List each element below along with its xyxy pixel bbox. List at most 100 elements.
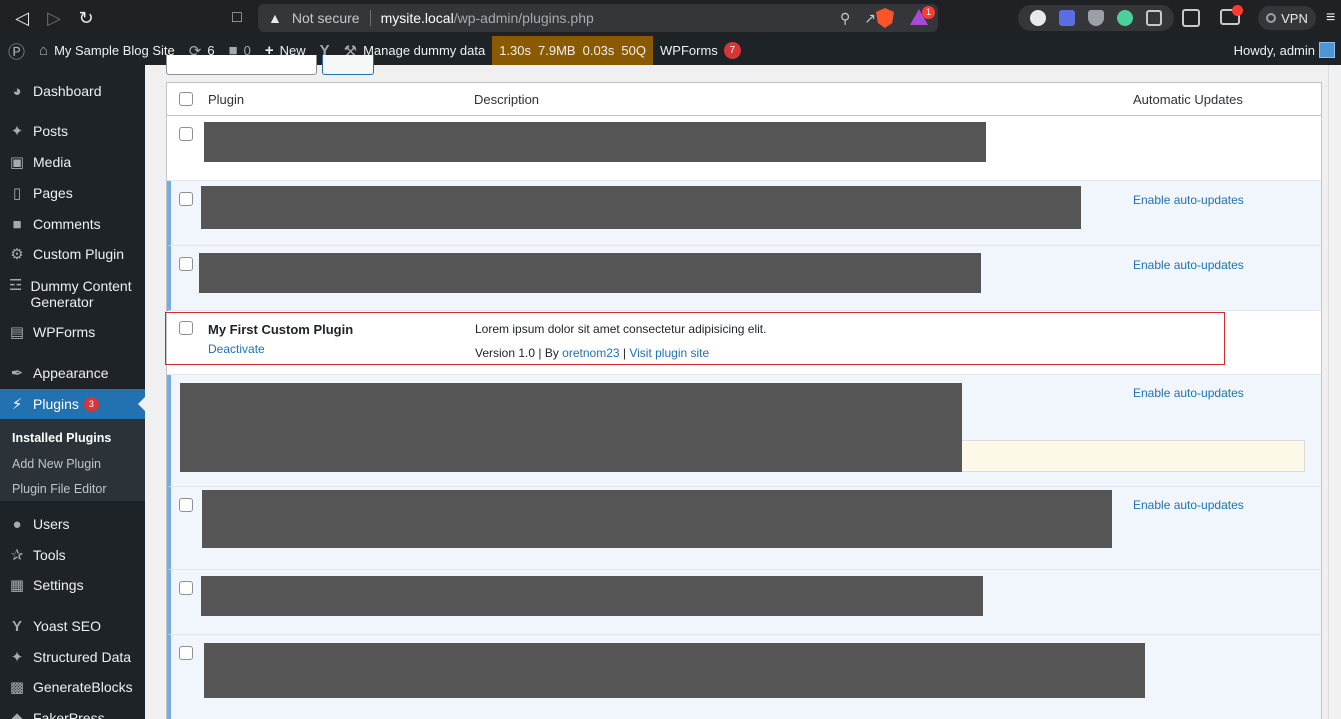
howdy-label: Howdy, admin: [1233, 43, 1315, 58]
browser-menu-icon[interactable]: ≡: [1326, 10, 1340, 26]
enable-auto-updates-link[interactable]: Enable auto-updates: [1133, 193, 1244, 207]
vpn-button[interactable]: VPN: [1258, 6, 1316, 30]
enable-auto-updates-link[interactable]: Enable auto-updates: [1133, 258, 1244, 272]
brave-rewards-icon[interactable]: 1: [910, 6, 935, 27]
form-icon: ▤: [9, 324, 25, 341]
row-checkbox[interactable]: [179, 498, 193, 512]
apply-button[interactable]: [322, 55, 374, 75]
share-icon[interactable]: ↗: [864, 10, 876, 27]
column-plugin: Plugin: [208, 92, 245, 107]
sidebar-item-label: Yoast SEO: [33, 618, 101, 634]
bookmark-icon[interactable]: □: [226, 6, 248, 30]
redacted-block: [201, 186, 1081, 229]
submenu-installed-plugins[interactable]: Installed Plugins: [12, 431, 111, 445]
submenu-plugin-file-editor[interactable]: Plugin File Editor: [12, 482, 107, 496]
sidebar-item-pages[interactable]: ▯ Pages: [0, 178, 145, 208]
sidebar-item-label: Tools: [33, 547, 66, 563]
sidebar-item-label: Appearance: [33, 365, 109, 381]
zoom-icon[interactable]: ⚲: [840, 10, 850, 27]
pin-icon: ✦: [10, 123, 24, 140]
wpforms-label: WPForms: [660, 43, 718, 58]
enable-auto-updates-link[interactable]: Enable auto-updates: [1133, 498, 1244, 512]
extension-circle-icon[interactable]: [1030, 10, 1047, 26]
sidebar-item-settings[interactable]: ▦ Settings: [0, 570, 145, 600]
reload-icon[interactable]: ↻: [70, 2, 102, 34]
sidebar-item-label: Custom Plugin: [33, 246, 125, 262]
user-icon: ●: [12, 515, 22, 533]
sidebar-item-dashboard[interactable]: ◕ Dashboard: [0, 76, 145, 106]
sidebar-item-posts[interactable]: ✦ Posts: [0, 116, 145, 146]
row-checkbox[interactable]: [179, 581, 193, 595]
sidebar-item-label: Dummy Content Generator: [30, 278, 132, 310]
qm-db-time: 0.03s: [582, 43, 615, 58]
sidebar-item-custom-plugin[interactable]: ⚙ Custom Plugin: [0, 239, 145, 269]
faker-icon: ◆: [11, 710, 23, 719]
column-auto-updates: Automatic Updates: [1133, 92, 1243, 107]
sidebar-item-structured-data[interactable]: ✦ Structured Data: [0, 642, 145, 672]
sidebar-toggle-icon[interactable]: [1182, 9, 1200, 27]
sidebar-item-generateblocks[interactable]: ▩ GenerateBlocks: [0, 672, 145, 702]
sidebar-item-appearance[interactable]: ✒ Appearance: [0, 358, 145, 388]
sidebar-item-plugins[interactable]: ⚡ Plugins 3: [0, 389, 145, 419]
sidebar-item-wpforms[interactable]: ▤ WPForms: [0, 317, 145, 347]
plugins-submenu: Installed Plugins Add New Plugin Plugin …: [0, 419, 145, 501]
brush-icon: ✒: [10, 365, 24, 382]
table-row: Enable auto-updates: [167, 246, 1321, 311]
admin-sidebar: ◕ Dashboard ✦ Posts ▣ Media ▯ Pages ■ Comment…: [0, 65, 145, 719]
sidebar-item-users[interactable]: ● Users: [0, 509, 145, 539]
bulk-actions-select[interactable]: [166, 55, 317, 75]
avatar[interactable]: [1319, 42, 1335, 58]
wrench-icon: ✰: [10, 547, 24, 564]
select-all-checkbox[interactable]: [179, 92, 193, 106]
extensions-group: [1018, 5, 1174, 31]
row-checkbox[interactable]: [179, 127, 193, 141]
sidebar-item-label: Comments: [33, 216, 101, 232]
address-bar[interactable]: ▲ Not secure mysite.local /wp-admin/plug…: [258, 4, 938, 32]
extension-puzzle-icon[interactable]: [1145, 10, 1162, 26]
wallet-badge: [1232, 5, 1243, 16]
sidebar-item-yoast-seo[interactable]: Y Yoast SEO: [0, 611, 145, 641]
dummy-data-label: Manage dummy data: [363, 43, 486, 58]
forward-icon[interactable]: ▷: [38, 2, 70, 34]
redacted-block: [204, 643, 1145, 698]
plugins-table: Plugin Description Automatic Updates Ena…: [166, 82, 1322, 719]
sidebar-item-label: Structured Data: [33, 649, 132, 665]
wp-logo-icon[interactable]: Ⓟ: [0, 36, 32, 65]
redacted-block: [201, 576, 983, 616]
extension-goggles-icon[interactable]: [1059, 10, 1076, 26]
redacted-block: [202, 490, 1112, 548]
sidebar-item-label: Dashboard: [33, 83, 102, 99]
submenu-add-new-plugin[interactable]: Add New Plugin: [12, 457, 101, 471]
page-scrollbar[interactable]: [1328, 65, 1341, 719]
vpn-icon: [1266, 13, 1277, 23]
wallet-icon[interactable]: [1220, 5, 1243, 25]
enable-auto-updates-link[interactable]: Enable auto-updates: [1133, 386, 1244, 400]
home-icon: ⌂: [39, 42, 49, 59]
qm-memory: 7.9MB: [538, 43, 576, 58]
query-monitor-link[interactable]: 1.30s 7.9MB 0.03s 50Q: [492, 36, 653, 65]
extension-bug-icon[interactable]: [1116, 10, 1133, 26]
my-account-link[interactable]: Howdy, admin: [1234, 36, 1315, 65]
sidebar-item-fakerpress[interactable]: ◆ FakerPress: [0, 703, 145, 719]
wordpress-icon: Ⓟ: [8, 43, 25, 62]
row-checkbox[interactable]: [179, 646, 193, 660]
sidebar-item-label: Settings: [33, 577, 84, 593]
blocks-icon: ▩: [9, 679, 25, 696]
back-icon[interactable]: ◁: [6, 2, 38, 34]
site-name-link[interactable]: ⌂ My Sample Blog Site: [32, 36, 182, 65]
row-checkbox[interactable]: [179, 257, 193, 271]
extension-shield-icon[interactable]: [1087, 10, 1104, 26]
yoast-icon: Y: [11, 617, 22, 635]
url-divider: [369, 10, 371, 26]
highlight-annotation: [165, 312, 1225, 365]
row-checkbox[interactable]: [179, 192, 193, 206]
site-name: My Sample Blog Site: [54, 43, 175, 58]
sidebar-item-tools[interactable]: ✰ Tools: [0, 540, 145, 570]
qm-time: 1.30s: [499, 43, 532, 58]
sidebar-item-comments[interactable]: ■ Comments: [0, 209, 145, 239]
sidebar-item-media[interactable]: ▣ Media: [0, 147, 145, 177]
pin-icon: ✦: [10, 649, 24, 666]
table-row: Enable auto-updates: [167, 487, 1321, 570]
sidebar-item-dummy-content[interactable]: ☲ Dummy Content Generator: [0, 273, 145, 313]
wpforms-link[interactable]: WPForms 7: [653, 36, 748, 65]
